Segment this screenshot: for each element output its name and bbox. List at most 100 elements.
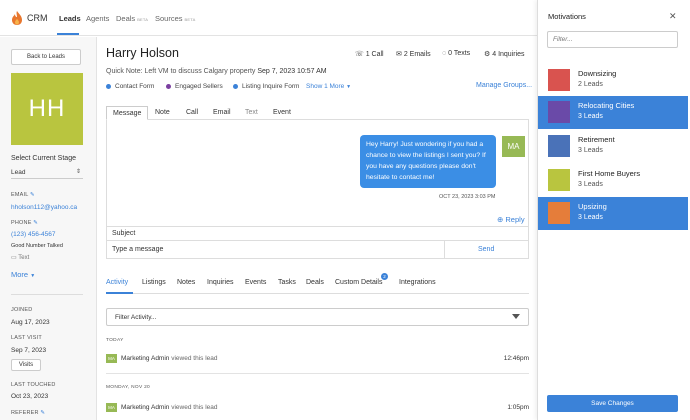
reply-icon: ⊕ bbox=[497, 215, 504, 224]
tab-tasks[interactable]: Tasks bbox=[278, 279, 296, 286]
nav-agents[interactable]: Agents bbox=[86, 14, 109, 23]
beta-badge: BETA bbox=[137, 17, 149, 22]
last-touched-value: Oct 23, 2023 bbox=[11, 393, 49, 400]
back-to-leads-button[interactable]: Back to Leads bbox=[11, 49, 81, 65]
lead-avatar: HH bbox=[11, 73, 83, 145]
save-changes-button[interactable]: Save Changes bbox=[547, 395, 678, 412]
edit-pencil-icon: ✎ bbox=[40, 410, 46, 416]
last-visit-value: Sep 7, 2023 bbox=[11, 347, 47, 354]
color-swatch bbox=[548, 101, 570, 123]
phone-icon: ☏ bbox=[355, 51, 364, 58]
motivation-name: Upsizing bbox=[578, 202, 607, 211]
message-bubble: Hey Harry! Just wondering if you had a c… bbox=[360, 135, 496, 188]
divider bbox=[11, 294, 83, 295]
calls-stat[interactable]: ☏ 1 Call bbox=[355, 50, 384, 58]
beta-badge: BETA bbox=[184, 17, 196, 22]
close-icon[interactable]: ✕ bbox=[669, 11, 677, 22]
divider bbox=[444, 241, 445, 259]
stage-title: Select Current Stage bbox=[11, 155, 76, 162]
chat-bubble-icon: ▭ bbox=[11, 255, 17, 261]
quick-note-date: Sep 7, 2023 10:57 AM bbox=[257, 68, 327, 75]
top-nav: CRM Leads Agents Deals BETA Sources BETA bbox=[0, 0, 537, 36]
tab-note[interactable]: Note bbox=[155, 109, 170, 116]
email-link[interactable]: hholson112@yahoo.ca bbox=[11, 204, 77, 211]
tag-dot-icon bbox=[233, 83, 238, 89]
tab-notes[interactable]: Notes bbox=[177, 279, 195, 286]
compose-tabs: Message Note Call Email Text Event bbox=[106, 106, 529, 120]
tab-email[interactable]: Email bbox=[213, 109, 231, 116]
envelope-icon: ✉ bbox=[396, 51, 402, 58]
tab-event[interactable]: Event bbox=[273, 109, 291, 116]
last-touched-label: LAST TOUCHED bbox=[11, 382, 56, 388]
texts-stat[interactable]: ◌ 0 Texts bbox=[442, 50, 470, 57]
send-button[interactable]: Send bbox=[478, 246, 494, 253]
motivation-item-downsizing[interactable]: Downsizing 2 Leads bbox=[538, 64, 688, 97]
motivation-name: First Home Buyers bbox=[578, 169, 641, 178]
motivation-name: Downsizing bbox=[578, 69, 617, 78]
activity-text: Marketing Admin viewed this lead bbox=[121, 355, 218, 362]
tab-listings[interactable]: Listings bbox=[142, 279, 166, 286]
tab-events[interactable]: Events bbox=[245, 279, 266, 286]
tag-engaged-sellers[interactable]: Engaged Sellers bbox=[166, 83, 223, 90]
phone-link[interactable]: (123) 456-4567 bbox=[11, 231, 55, 238]
select-arrows-icon: ⇕ bbox=[75, 169, 81, 175]
manage-groups-link[interactable]: Manage Groups... bbox=[476, 82, 532, 89]
emails-stat[interactable]: ✉ 2 Emails bbox=[396, 50, 431, 58]
motivation-count: 2 Leads bbox=[578, 81, 603, 88]
caret-down-icon[interactable] bbox=[512, 314, 520, 319]
motivation-filter-input[interactable]: Filter... bbox=[547, 31, 678, 48]
text-action[interactable]: ▭ Text bbox=[11, 254, 29, 261]
tab-text[interactable]: Text bbox=[245, 109, 258, 116]
nav-leads[interactable]: Leads bbox=[59, 14, 81, 23]
inquiries-stat[interactable]: ⚙ 4 Inquiries bbox=[484, 50, 525, 58]
flame-logo-icon bbox=[12, 11, 22, 25]
last-visit-label: LAST VISIT bbox=[11, 335, 42, 341]
day-header: TODAY bbox=[106, 338, 124, 343]
active-tab-indicator bbox=[106, 292, 133, 294]
message-input[interactable]: Type a message bbox=[106, 241, 529, 259]
activity-row: MA Marketing Admin viewed this lead 12:4… bbox=[106, 354, 529, 366]
color-swatch bbox=[548, 69, 570, 91]
motivation-count: 3 Leads bbox=[578, 113, 603, 120]
show-more-tags[interactable]: Show 1 More ▼ bbox=[306, 83, 351, 90]
tab-custom-details[interactable]: Custom Details bbox=[335, 279, 382, 286]
motivation-name: Retirement bbox=[578, 135, 615, 144]
nav-sources[interactable]: Sources BETA bbox=[155, 14, 195, 23]
activity-time: 12:46pm bbox=[503, 355, 529, 362]
tab-message[interactable]: Message bbox=[106, 106, 149, 120]
tag-dot-icon bbox=[106, 83, 111, 89]
tab-deals[interactable]: Deals bbox=[306, 279, 324, 286]
motivation-count: 3 Leads bbox=[578, 181, 603, 188]
quick-note: Quick Note: Left VM to discuss Calgary p… bbox=[106, 68, 327, 75]
color-swatch bbox=[548, 135, 570, 157]
tag-contact-form[interactable]: Contact Form bbox=[106, 83, 154, 90]
actor-avatar: MA bbox=[106, 403, 117, 412]
custom-details-badge: 2 bbox=[381, 273, 388, 280]
motivation-item-relocating-cities[interactable]: Relocating Cities 3 Leads bbox=[538, 96, 688, 129]
more-toggle[interactable]: More ▼ bbox=[11, 270, 35, 279]
motivation-item-upsizing[interactable]: Upsizing 3 Leads bbox=[538, 197, 688, 230]
motivation-item-retirement[interactable]: Retirement 3 Leads bbox=[538, 130, 688, 163]
visits-button[interactable]: Visits bbox=[11, 359, 41, 371]
nav-deals[interactable]: Deals BETA bbox=[116, 14, 148, 23]
filter-activity-select[interactable]: Filter Activity... bbox=[106, 308, 529, 326]
color-swatch bbox=[548, 202, 570, 224]
divider bbox=[106, 373, 529, 374]
edit-pencil-icon: ✎ bbox=[30, 192, 35, 198]
tab-activity[interactable]: Activity bbox=[106, 279, 128, 286]
motivation-item-first-home-buyers[interactable]: First Home Buyers 3 Leads bbox=[538, 164, 688, 197]
joined-label: JOINED bbox=[11, 307, 33, 313]
panel-title: Motivations bbox=[548, 12, 586, 21]
tab-integrations[interactable]: Integrations bbox=[399, 279, 436, 286]
reply-button[interactable]: ⊕ Reply bbox=[497, 215, 525, 224]
subject-input[interactable]: Subject bbox=[106, 227, 529, 241]
motivation-name: Relocating Cities bbox=[578, 101, 635, 110]
stage-value: Lead bbox=[11, 169, 26, 176]
tag-dot-icon bbox=[166, 83, 171, 89]
stage-select[interactable]: Lead ⇕ bbox=[11, 167, 83, 179]
tab-inquiries[interactable]: Inquiries bbox=[207, 279, 233, 286]
tag-listing-inquire-form[interactable]: Listing Inquire Form bbox=[233, 83, 299, 90]
chat-icon: ◌ bbox=[442, 50, 447, 57]
tab-call[interactable]: Call bbox=[186, 109, 198, 116]
email-label: EMAIL ✎ bbox=[11, 192, 35, 198]
